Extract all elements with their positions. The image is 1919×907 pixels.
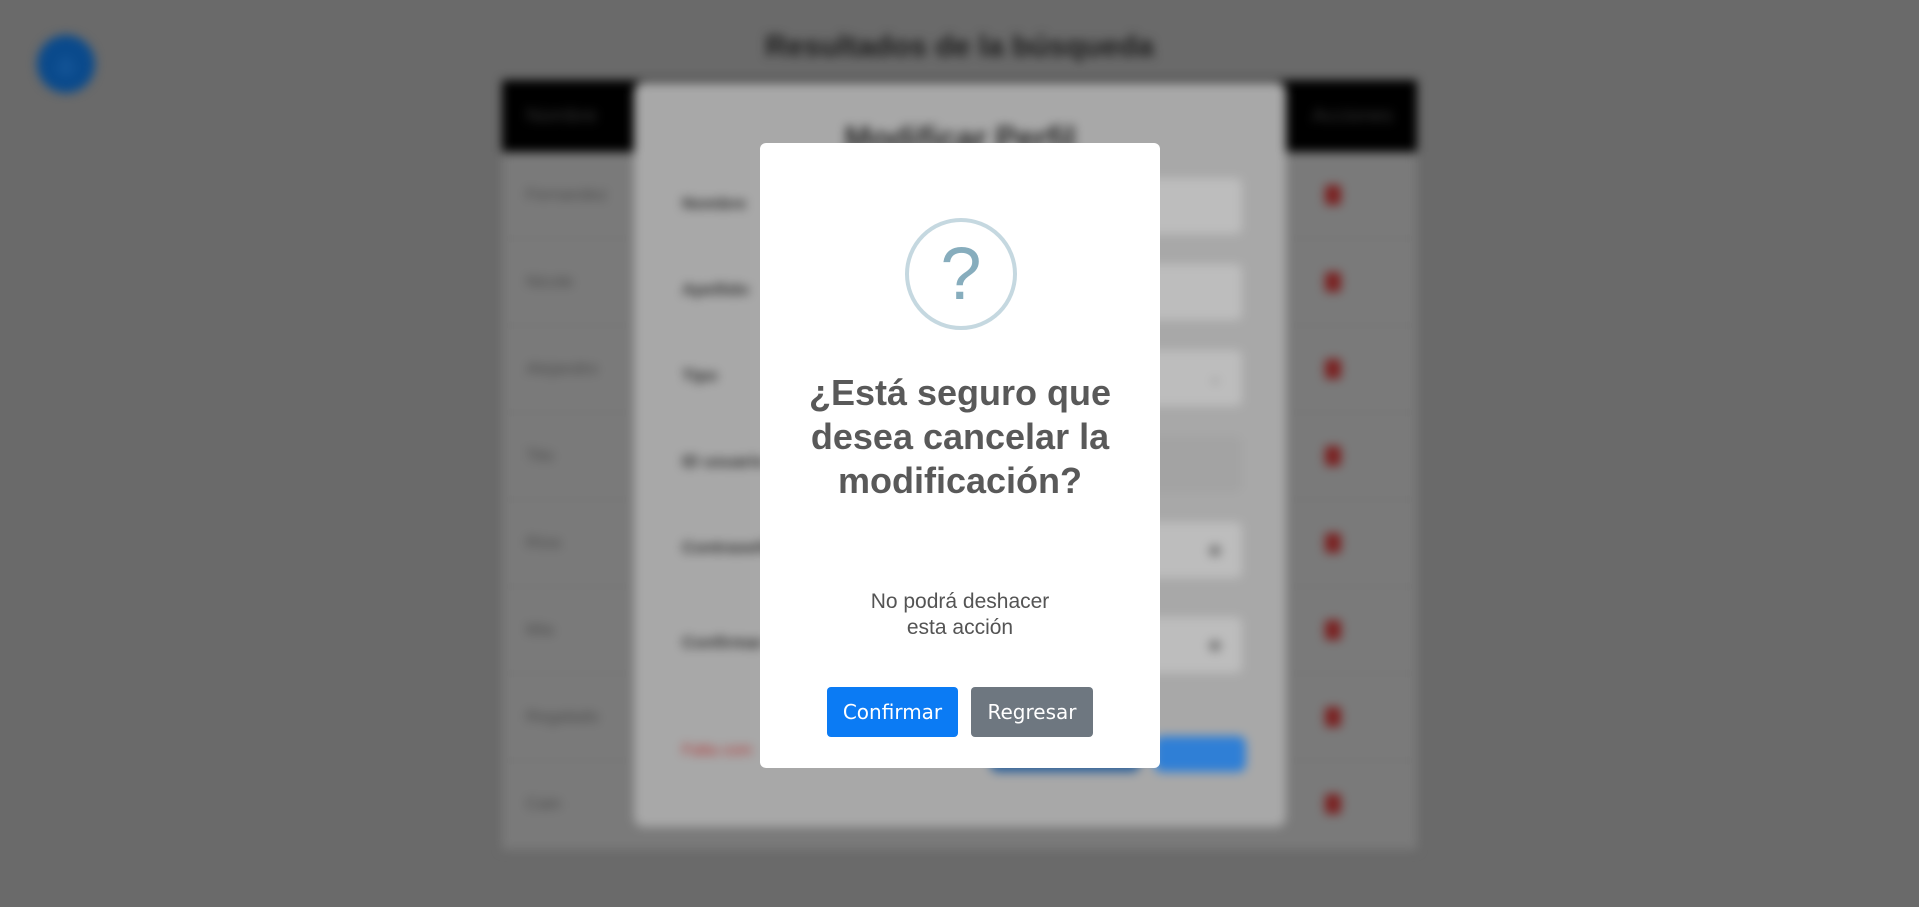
- delete-icon: [1325, 533, 1341, 553]
- table-cell-name: Fernandez: [526, 185, 608, 204]
- table-cell-name: Tito: [526, 446, 554, 465]
- form-label: Apellido: [682, 280, 750, 299]
- delete-icon: [1325, 185, 1341, 205]
- dialog-text: No podrá deshacer esta acción: [870, 590, 1050, 639]
- table-cell-name: Ríos: [526, 533, 561, 552]
- form-label: Tipo: [682, 366, 718, 385]
- back-button[interactable]: Regresar: [971, 687, 1093, 737]
- table-cell-name: Alejandro: [526, 359, 598, 378]
- chevron-down-icon: ⌄: [1208, 370, 1222, 387]
- delete-icon: [1325, 272, 1341, 292]
- form-label: ID usuario: [682, 452, 766, 471]
- table-cell-name: Regalado: [526, 707, 599, 726]
- table-header-name: Nombre: [526, 104, 598, 127]
- delete-icon: [1325, 620, 1341, 640]
- eye-icon: ◉: [1208, 542, 1222, 559]
- confirm-button[interactable]: Confirmar: [827, 687, 958, 737]
- delete-icon: [1325, 794, 1341, 814]
- delete-icon: [1325, 707, 1341, 727]
- confirm-cancel-dialog: ? ¿Está seguro que desea cancelar la mod…: [760, 143, 1160, 768]
- form-label: Nombre: [682, 194, 747, 213]
- question-icon: ?: [905, 218, 1017, 330]
- table-cell-name: Nicole: [526, 272, 574, 291]
- table-header-actions: Acciones: [1311, 104, 1393, 127]
- table-cell-name: Mia: [526, 620, 554, 639]
- eye-icon: ◉: [1208, 637, 1222, 654]
- delete-icon: [1325, 446, 1341, 466]
- form-error-text: Falta com: [682, 742, 753, 759]
- table-cell-name: Cain: [526, 794, 561, 813]
- page-title: Resultados de la búsqueda: [765, 30, 1154, 63]
- dialog-title: ¿Está seguro que desea cancelar la modif…: [808, 372, 1112, 501]
- home-button: ⌂: [37, 35, 95, 93]
- delete-icon: [1325, 359, 1341, 379]
- save-edit-button: [1154, 736, 1246, 772]
